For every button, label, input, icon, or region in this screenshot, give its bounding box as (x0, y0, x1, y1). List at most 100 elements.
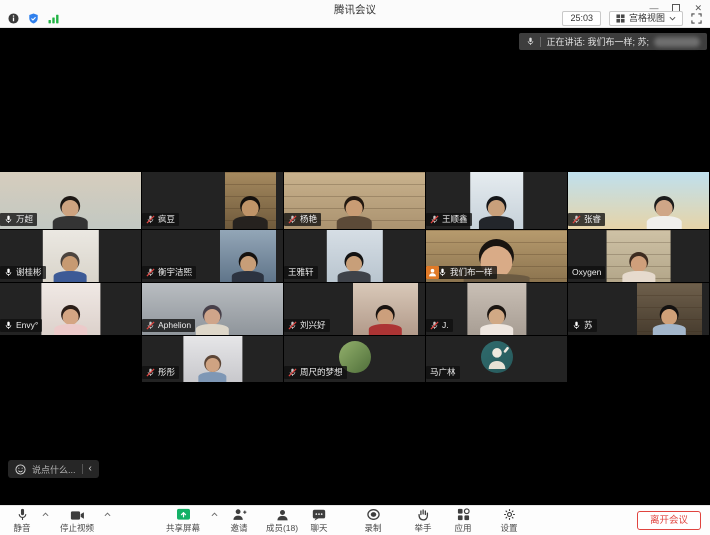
video-tile[interactable]: 张睿 (568, 172, 709, 229)
chevron-up-icon[interactable] (42, 512, 49, 517)
stop-video-button[interactable]: 停止视频 (53, 508, 101, 534)
view-mode-button[interactable]: 宫格视图 (609, 11, 683, 26)
meeting-info-icon[interactable] (8, 13, 19, 24)
toolbar-button-label: 成员(18) (266, 522, 298, 534)
participant-video (220, 230, 276, 282)
emoji-smiley-icon[interactable] (15, 464, 26, 475)
chevron-up-icon[interactable] (211, 512, 218, 517)
participant-name: 杨艳 (300, 213, 317, 226)
speaking-text: 正在讲话: 我们布一样; 苏; (546, 35, 649, 48)
toolbar-button-label: 举手 (414, 522, 431, 534)
collapse-chat-icon[interactable]: ‹ (89, 464, 92, 474)
participant-name: 苏 (584, 319, 593, 332)
network-signal-icon[interactable] (48, 14, 60, 24)
toolbar-button-label: 停止视频 (60, 522, 94, 534)
video-tile[interactable]: 王顺鑫 (426, 172, 567, 229)
participant-video (183, 336, 242, 382)
person-silhouette (622, 252, 656, 282)
members-icon (276, 508, 289, 521)
mic-muted-icon (288, 368, 297, 377)
mic-muted-icon (146, 215, 155, 224)
participant-name: Oxygen (572, 266, 601, 279)
video-tile[interactable]: Oxygen (568, 230, 709, 282)
mic-muted-icon (288, 321, 297, 330)
grid-view-icon (616, 14, 625, 23)
chevron-up-icon[interactable] (104, 512, 111, 517)
participant-name: 周尺的梦想 (300, 366, 343, 379)
toolbar-button-label: 聊天 (310, 522, 327, 534)
video-tile[interactable]: 刘兴好 (284, 283, 425, 335)
person-silhouette (480, 305, 514, 335)
settings-button[interactable]: 设置 (492, 508, 526, 534)
video-tile[interactable]: 王雅轩 (284, 230, 425, 282)
chat-icon (312, 508, 326, 521)
video-tile[interactable]: 疯豆 (142, 172, 283, 229)
participant-name: 张睿 (584, 213, 601, 226)
participant-name-tag: Aphelion (142, 319, 195, 332)
participant-name-tag: 我们布一样 (426, 266, 497, 279)
participant-name-tag: 刘兴好 (284, 319, 330, 332)
participant-video (637, 283, 702, 335)
participant-name-tag: 万超 (0, 213, 37, 226)
participant-name-tag: 周尺的梦想 (284, 366, 347, 379)
fullscreen-icon[interactable] (691, 13, 702, 24)
person-silhouette (479, 196, 515, 229)
settings-icon (503, 508, 516, 521)
apps-button[interactable]: 应用 (446, 508, 480, 534)
person-silhouette (337, 196, 373, 229)
participant-name-tag: J. (426, 319, 453, 332)
participant-name: 刘兴好 (300, 319, 326, 332)
person-silhouette (54, 252, 88, 282)
participant-name: Envy° (16, 319, 38, 332)
invite-icon (232, 508, 247, 521)
chat-button[interactable]: 聊天 (302, 508, 336, 534)
mic-muted-icon (146, 268, 155, 277)
chat-input-placeholder[interactable]: 说点什么... (32, 463, 76, 476)
video-tile[interactable]: 衡宇洁熙 (142, 230, 283, 282)
mic-icon (526, 37, 535, 46)
share-icon (176, 508, 191, 521)
video-tile[interactable]: Envy° (0, 283, 141, 335)
leave-meeting-button[interactable]: 离开会议 (637, 511, 701, 530)
quick-chat-bar[interactable]: 说点什么... ‹ (8, 460, 99, 478)
video-tile[interactable]: 苏 (568, 283, 709, 335)
video-tile[interactable]: 马广林 (426, 336, 567, 382)
invite-button[interactable]: 邀请 (221, 508, 257, 534)
person-silhouette (198, 355, 227, 382)
raise-hand-button[interactable]: 举手 (406, 508, 440, 534)
header-status-icons (8, 13, 60, 24)
participant-video (353, 283, 418, 335)
participant-video (225, 172, 276, 229)
participant-video (326, 230, 382, 282)
video-tile[interactable]: 万超 (0, 172, 141, 229)
video-tile[interactable]: 周尺的梦想 (284, 336, 425, 382)
video-tile[interactable]: 彤彤 (142, 336, 283, 382)
speaking-banner: 正在讲话: 我们布一样; 苏; (519, 33, 707, 50)
video-tile[interactable]: 我们布一样 (426, 230, 567, 282)
mic-on-icon (572, 321, 581, 330)
person-silhouette (196, 305, 230, 335)
bottom-toolbar: 离开会议 静音停止视频 共享屏幕邀请成员(18) 聊天 录制举手 应用设置 (0, 505, 710, 535)
mic-muted-icon (288, 215, 297, 224)
person-silhouette (338, 252, 372, 282)
video-tile[interactable]: 杨艳 (284, 172, 425, 229)
camera-icon (70, 508, 85, 521)
share-screen-button[interactable]: 共享屏幕 (158, 508, 208, 534)
window-header: 腾讯会议 — ✕ 25:03 宫格视图 (0, 0, 710, 28)
person-silhouette (54, 305, 88, 335)
video-tile[interactable]: 谢桂彬 (0, 230, 141, 282)
security-shield-icon[interactable] (28, 13, 39, 24)
video-tile[interactable]: J. (426, 283, 567, 335)
mic-on-icon (4, 268, 13, 277)
members-button[interactable]: 成员(18) (260, 508, 304, 534)
participant-name: 马广林 (430, 366, 456, 379)
participant-name-tag: 张睿 (568, 213, 605, 226)
mic-muted-icon (146, 321, 155, 330)
mute-button[interactable]: 静音 (5, 508, 39, 534)
video-tile[interactable]: Aphelion (142, 283, 283, 335)
record-button[interactable]: 录制 (356, 508, 390, 534)
participant-name-tag: 苏 (568, 319, 597, 332)
mic-muted-icon (430, 321, 439, 330)
participant-name: J. (442, 319, 449, 332)
mic-muted-icon (430, 215, 439, 224)
